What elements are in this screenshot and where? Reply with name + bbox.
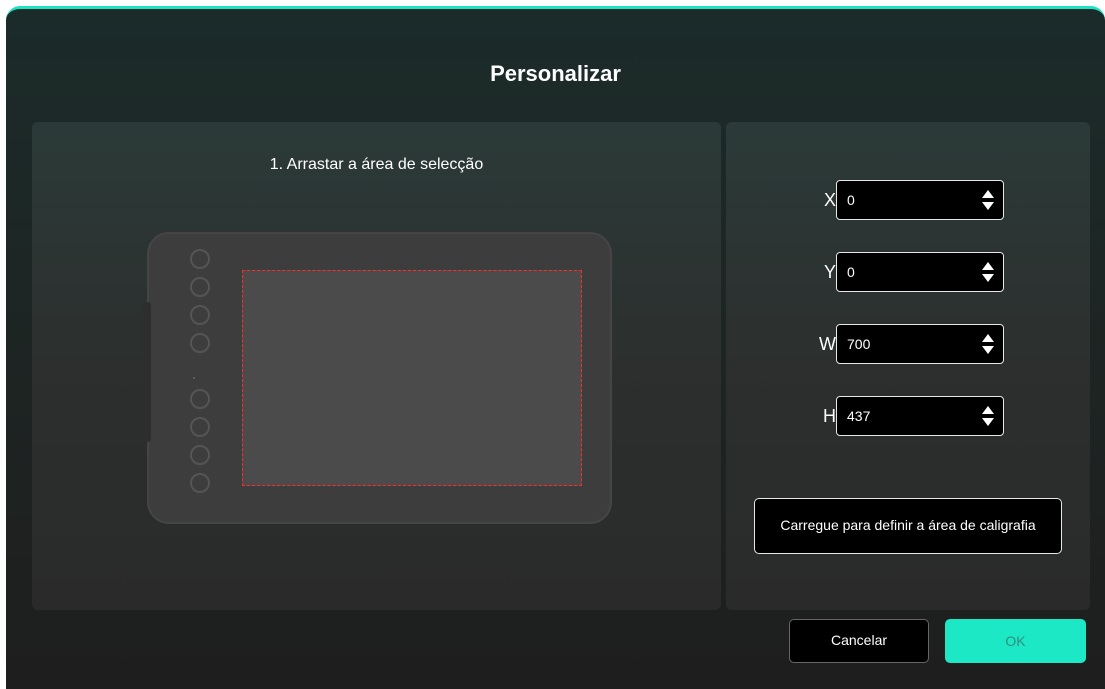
arrow-down-icon[interactable]: [982, 202, 994, 210]
selection-panel: 1. Arrastar a área de selecção: [32, 122, 721, 610]
h-value: 437: [847, 408, 871, 424]
coordinates-panel: X 0 Y 0 W 700 H 437 Carregue para defini…: [726, 122, 1090, 610]
w-value: 700: [847, 336, 871, 352]
express-key: [190, 389, 210, 409]
cancel-button[interactable]: Cancelar: [789, 619, 929, 663]
ok-button[interactable]: OK: [945, 619, 1086, 663]
express-key: [190, 445, 210, 465]
field-row-y: Y 0: [726, 252, 1090, 292]
x-spinbox[interactable]: 0: [836, 180, 1004, 220]
set-handwriting-area-button[interactable]: Carregue para definir a área de caligraf…: [754, 498, 1062, 554]
spin-arrows-icon[interactable]: [981, 261, 995, 283]
customize-dialog: Personalizar 1. Arrastar a área de selec…: [6, 6, 1105, 689]
field-row-h: H 437: [726, 396, 1090, 436]
y-spinbox[interactable]: 0: [836, 252, 1004, 292]
arrow-up-icon[interactable]: [982, 190, 994, 198]
arrow-up-icon[interactable]: [982, 406, 994, 414]
express-key: [190, 249, 210, 269]
spin-arrows-icon[interactable]: [981, 333, 995, 355]
x-value: 0: [847, 192, 855, 208]
w-label: W: [819, 334, 836, 354]
arrow-up-icon[interactable]: [982, 334, 994, 342]
dialog-title: Personalizar: [490, 61, 621, 86]
arrow-down-icon[interactable]: [982, 274, 994, 282]
h-label: H: [823, 406, 836, 426]
express-key: [190, 473, 210, 493]
express-key: [190, 277, 210, 297]
express-key: [190, 305, 210, 325]
tablet-side-edge: [143, 302, 151, 442]
selection-instruction: 1. Arrastar a área de selecção: [269, 156, 484, 173]
tablet-indicator-dot: [193, 377, 195, 379]
spin-arrows-icon[interactable]: [981, 189, 995, 211]
y-value: 0: [847, 264, 855, 280]
arrow-down-icon[interactable]: [982, 418, 994, 426]
arrow-up-icon[interactable]: [982, 262, 994, 270]
x-label: X: [823, 190, 836, 210]
express-key: [190, 333, 210, 353]
w-spinbox[interactable]: 700: [836, 324, 1004, 364]
field-row-x: X 0: [726, 180, 1090, 220]
arrow-down-icon[interactable]: [982, 346, 994, 354]
h-spinbox[interactable]: 437: [836, 396, 1004, 436]
y-label: Y: [823, 262, 836, 282]
spin-arrows-icon[interactable]: [981, 405, 995, 427]
selection-rectangle[interactable]: [242, 270, 582, 486]
field-row-w: W 700: [726, 324, 1090, 364]
express-key: [190, 417, 210, 437]
tablet-preview: [143, 232, 612, 524]
